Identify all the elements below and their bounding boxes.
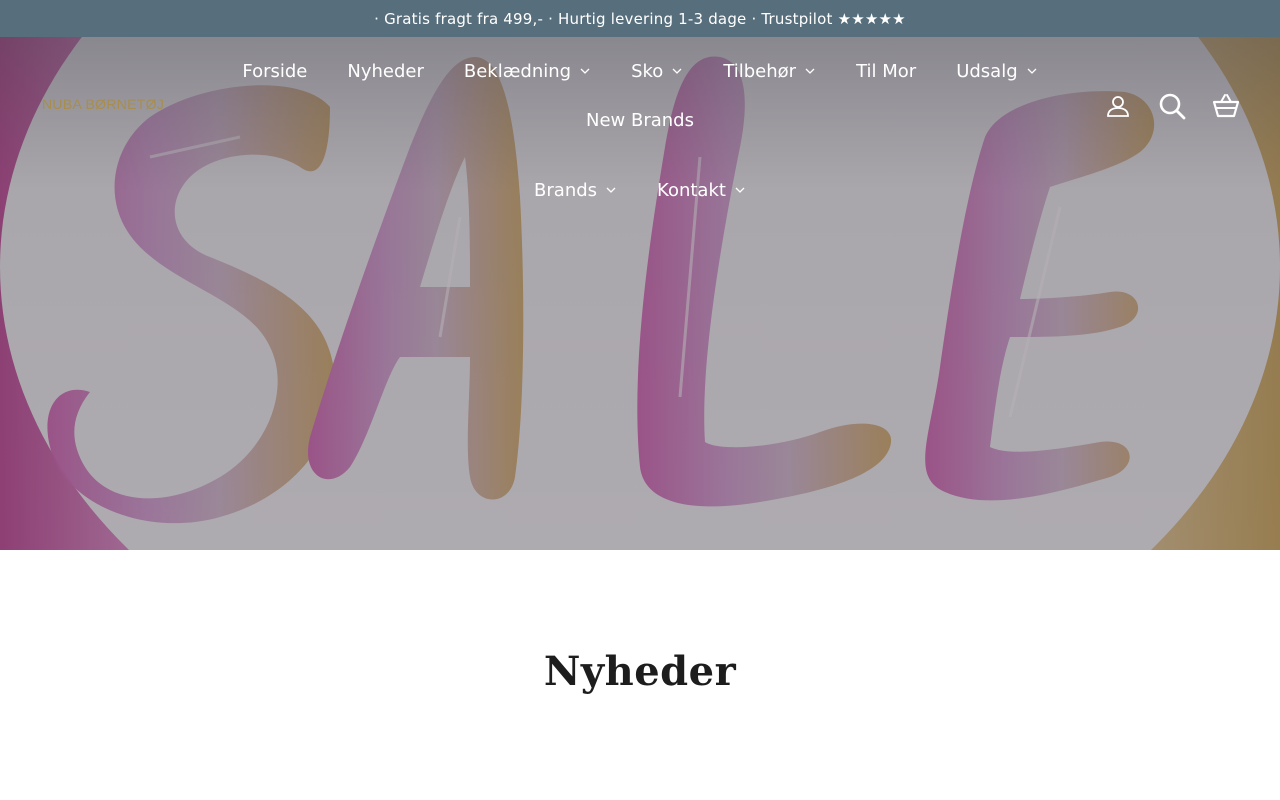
- nav-label: Tilbehør: [723, 60, 797, 82]
- account-icon: [1107, 96, 1129, 117]
- cart-icon: [1212, 94, 1240, 118]
- nav-item-tilbehor[interactable]: Tilbehør: [703, 57, 836, 85]
- nav-label: Nyheder: [347, 60, 424, 82]
- nav-label: New Brands: [586, 109, 694, 131]
- cart-button[interactable]: [1212, 92, 1240, 120]
- announcement-bar: · Gratis fragt fra 499,- · Hurtig leveri…: [0, 0, 1280, 37]
- header-icons: [1104, 92, 1240, 120]
- search-button[interactable]: [1158, 92, 1186, 120]
- nav-item-nyheder[interactable]: Nyheder: [327, 57, 444, 85]
- nav-item-new-brands[interactable]: New Brands: [566, 106, 714, 134]
- site-header: NUBA BØRNETØJ Forside Nyheder Beklædning…: [0, 37, 1280, 201]
- nav-item-forside[interactable]: Forside: [222, 57, 327, 85]
- nav-label: Udsalg: [956, 60, 1018, 82]
- nav-item-udsalg[interactable]: Udsalg: [936, 57, 1057, 85]
- nav-item-kontakt[interactable]: Kontakt: [637, 176, 766, 204]
- nav-item-sko[interactable]: Sko: [611, 57, 703, 85]
- nav-label: Kontakt: [657, 179, 726, 201]
- nav-item-brands[interactable]: Brands: [514, 176, 637, 204]
- account-button[interactable]: [1104, 92, 1132, 120]
- chevron-down-icon: [672, 68, 682, 74]
- chevron-down-icon: [1027, 68, 1037, 74]
- main-nav: Forside Nyheder Beklædning Sko Tilbehør …: [180, 57, 1100, 204]
- store-logo[interactable]: NUBA BØRNETØJ: [42, 96, 164, 112]
- nav-label: Til Mor: [856, 60, 917, 82]
- nav-item-til-mor[interactable]: Til Mor: [836, 57, 936, 85]
- nav-label: Sko: [631, 60, 664, 82]
- page-title: Nyheder: [543, 648, 737, 695]
- chevron-down-icon: [580, 68, 590, 74]
- search-icon: [1159, 93, 1186, 120]
- nav-label: Forside: [242, 60, 308, 82]
- nav-label: Beklædning: [463, 60, 572, 82]
- nav-label: Brands: [534, 179, 598, 201]
- announcement-text: · Gratis fragt fra 499,- · Hurtig leveri…: [374, 9, 906, 28]
- chevron-down-icon: [606, 187, 616, 193]
- chevron-down-icon: [735, 187, 745, 193]
- chevron-down-icon: [805, 68, 815, 74]
- nav-item-beklaedning[interactable]: Beklædning: [444, 57, 611, 85]
